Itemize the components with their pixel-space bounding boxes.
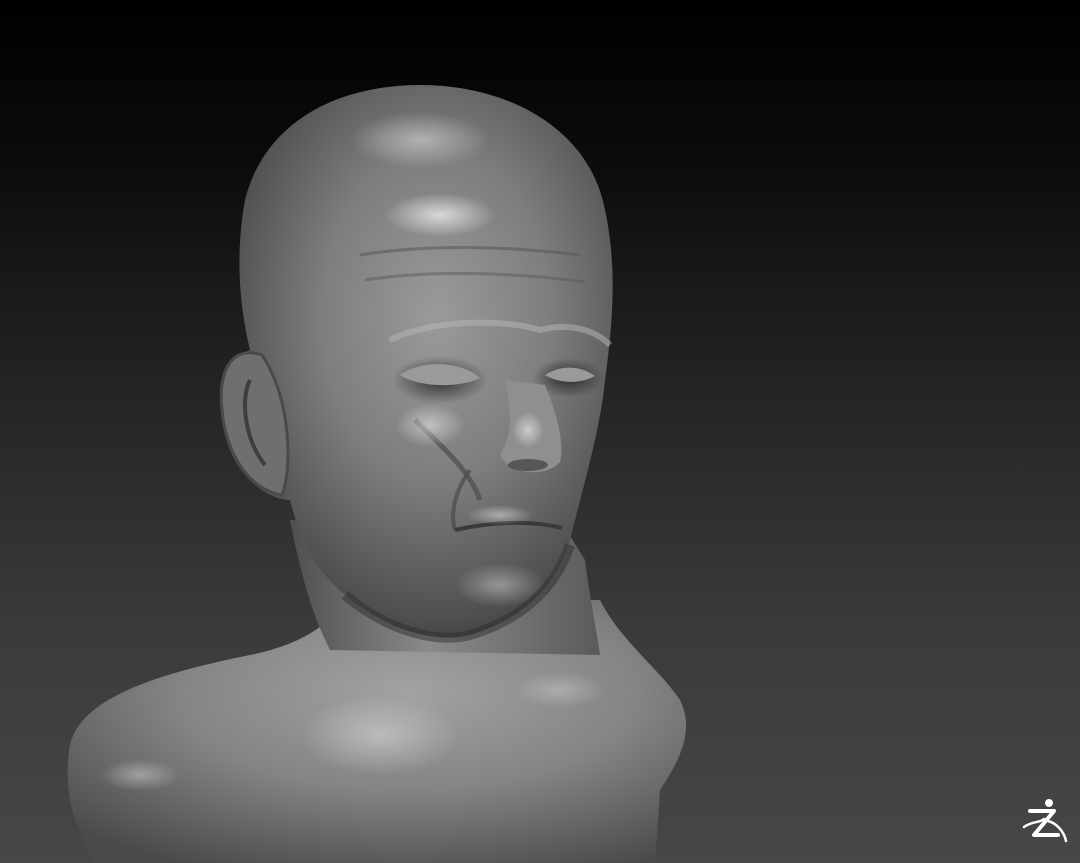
sculpted-bust[interactable] — [0, 0, 1080, 863]
crown-highlight — [350, 112, 490, 168]
canvas-viewport[interactable] — [0, 0, 1080, 863]
forehead-highlight — [385, 193, 495, 237]
zbrush-logo-icon[interactable] — [1018, 797, 1070, 845]
nose-highlight — [512, 412, 544, 448]
upper-lip-highlight — [466, 505, 534, 525]
clavicle-highlight — [515, 672, 605, 708]
nostril-shadow — [508, 459, 548, 471]
cheek-highlight — [395, 403, 465, 447]
shoulder-highlight — [100, 759, 180, 791]
chest-highlight — [300, 695, 460, 775]
